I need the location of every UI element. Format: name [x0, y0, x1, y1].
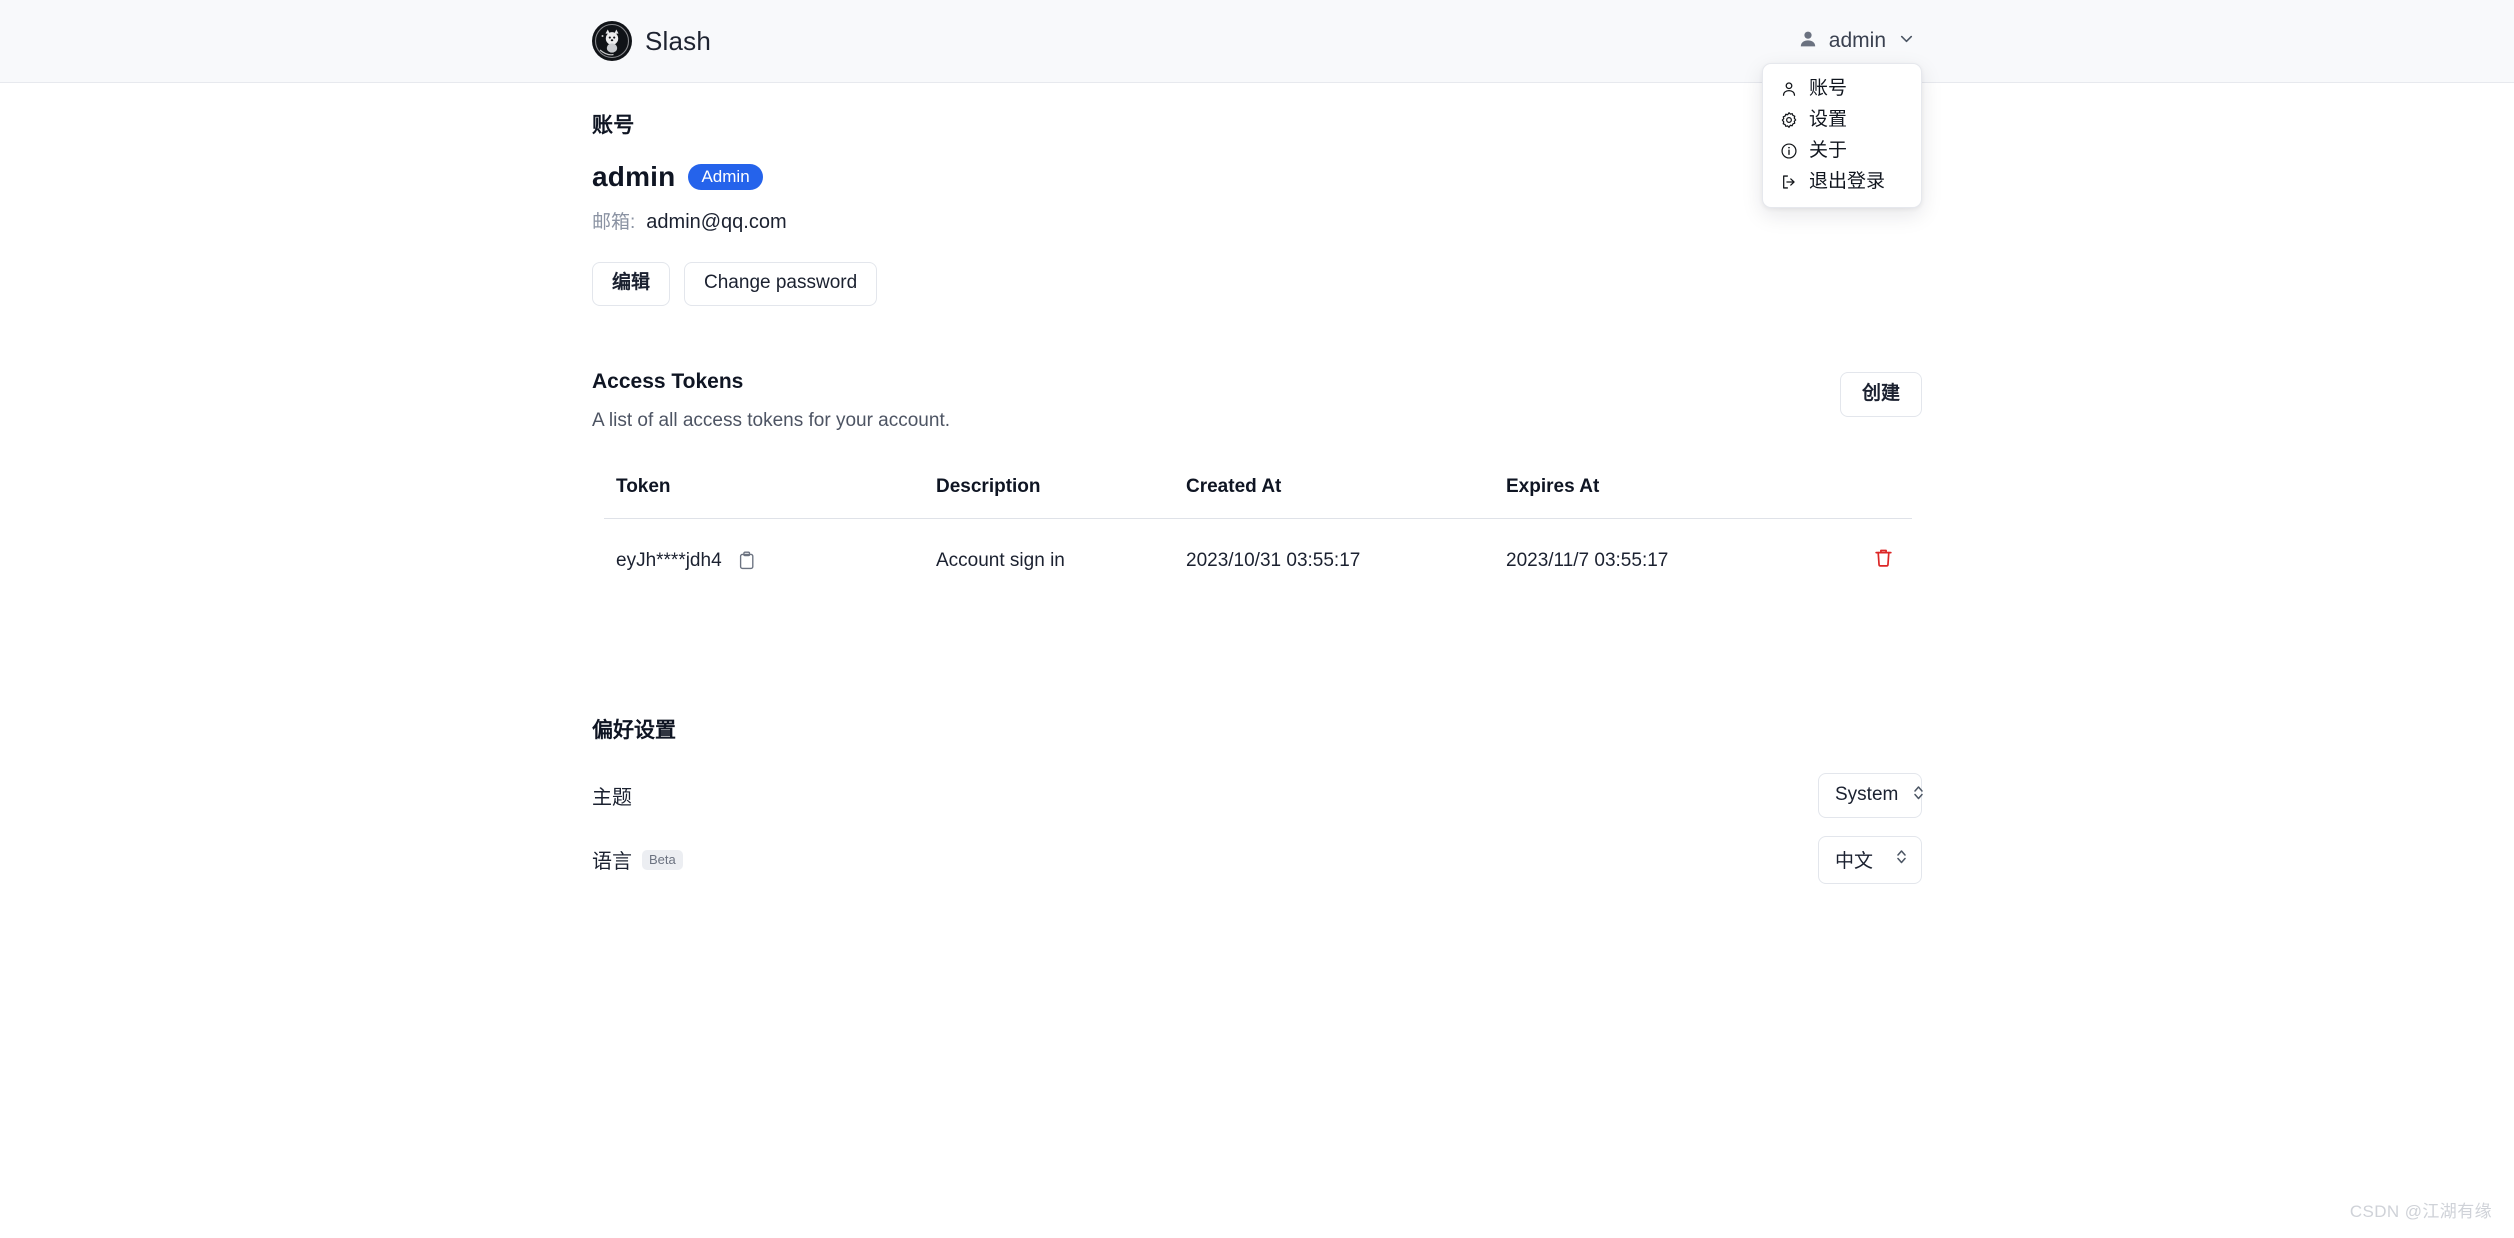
chevron-up-down-icon: [1912, 783, 1925, 807]
brand[interactable]: Slash: [592, 21, 711, 61]
theme-select[interactable]: System: [1818, 772, 1925, 818]
account-section: 账号 admin Admin 邮箱: admin@qq.com 编辑 Chang…: [592, 109, 1922, 306]
cell-description: Account sign in: [936, 549, 1065, 571]
dropdown-item-label: 退出登录: [1809, 171, 1886, 192]
content-container: 账号 admin Admin 邮箱: admin@qq.com 编辑 Chang…: [592, 109, 1925, 893]
watermark: CSDN @江湖有缘: [2349, 1202, 2492, 1221]
access-tokens-table: Token Description Created At Expires At …: [604, 475, 1912, 602]
language-label-group: 语言 Beta: [592, 845, 683, 874]
table-head: Token Description Created At Expires At: [604, 475, 1912, 519]
email-value: admin@qq.com: [646, 211, 787, 233]
account-button-row: 编辑 Change password: [592, 262, 1922, 306]
email-label: 邮箱:: [592, 212, 636, 233]
main-content: 账号 admin Admin 邮箱: admin@qq.com 编辑 Chang…: [0, 83, 2514, 893]
language-select-value: 中文: [1835, 850, 1874, 872]
table-body: eyJh****jdh4 Account sign in 2023/10/31 …: [604, 518, 1912, 602]
theme-label: 主题: [592, 786, 632, 809]
create-token-button[interactable]: 创建: [1839, 371, 1922, 417]
column-header-created-at: Created At: [1174, 475, 1494, 519]
person-icon: [1779, 79, 1798, 98]
access-tokens-section: Access Tokens A list of all access token…: [592, 370, 1922, 602]
token-cell-inner: eyJh****jdh4: [616, 550, 924, 572]
column-header-expires-at: Expires At: [1494, 475, 1814, 519]
access-tokens-subtitle: A list of all access tokens for your acc…: [592, 409, 951, 431]
cell-token: eyJh****jdh4: [604, 518, 924, 602]
logout-icon: [1779, 172, 1798, 191]
header-inner: Slash admin 账号 设置 关于 退出登录: [592, 0, 1922, 208]
status-badge: Admin: [688, 163, 763, 191]
preference-row-language: 语言 Beta 中文: [592, 827, 1922, 893]
preferences-title: 偏好设置: [592, 718, 676, 742]
edit-button[interactable]: 编辑: [592, 262, 671, 306]
column-header-description: Description: [924, 475, 1174, 519]
user-dropdown-menu: 账号 设置 关于 退出登录: [1762, 63, 1922, 208]
token-value: eyJh****jdh4: [616, 549, 722, 571]
gear-icon: [1779, 110, 1798, 129]
table-header-row: Token Description Created At Expires At: [604, 475, 1912, 519]
preferences-section: 偏好设置 主题 System 语言 Beta 中文: [592, 714, 1925, 893]
language-label: 语言: [592, 851, 632, 874]
trash-icon[interactable]: [1873, 547, 1894, 569]
corgi-circle-logo-icon: [592, 21, 632, 61]
access-tokens-header: Access Tokens A list of all access token…: [592, 370, 1922, 432]
beta-badge: Beta: [642, 849, 683, 870]
dropdown-item-about[interactable]: 关于: [1763, 135, 1921, 166]
dropdown-item-label: 关于: [1809, 140, 1848, 161]
user-menu-label: admin: [1828, 29, 1886, 52]
column-header-token: Token: [604, 475, 924, 519]
dropdown-item-settings[interactable]: 设置: [1763, 104, 1921, 135]
language-select[interactable]: 中文: [1818, 835, 1922, 884]
column-header-actions: [1814, 475, 1912, 519]
cell-created-at: 2023/10/31 03:55:17: [1186, 549, 1361, 571]
account-username: admin: [592, 161, 676, 192]
app-root: Slash admin 账号 设置 关于 退出登录 账号 admin Admin…: [0, 0, 2514, 1238]
account-email-line: 邮箱: admin@qq.com: [592, 207, 1922, 234]
account-user-line: admin Admin: [592, 161, 1922, 193]
dropdown-item-label: 账号: [1809, 78, 1848, 99]
user-menu-trigger[interactable]: admin: [1792, 24, 1922, 59]
account-section-title: 账号: [592, 114, 635, 137]
table-row: eyJh****jdh4 Account sign in 2023/10/31 …: [604, 518, 1912, 602]
theme-control: System: [1812, 772, 1925, 818]
chevron-down-icon: [1897, 29, 1916, 53]
clipboard-icon[interactable]: [738, 551, 756, 570]
access-tokens-title: Access Tokens: [592, 369, 744, 393]
person-filled-icon: [1798, 29, 1818, 54]
preference-row-theme: 主题 System: [592, 764, 1925, 827]
dropdown-item-label: 设置: [1809, 109, 1848, 130]
change-password-button[interactable]: Change password: [684, 262, 878, 306]
dropdown-item-logout[interactable]: 退出登录: [1763, 166, 1921, 197]
cell-actions: [1814, 518, 1912, 602]
dropdown-item-account[interactable]: 账号: [1763, 73, 1921, 104]
info-circle-icon: [1779, 141, 1798, 160]
chevron-up-down-icon: [1895, 847, 1908, 871]
language-control: 中文: [1812, 835, 1922, 884]
theme-select-value: System: [1835, 783, 1899, 805]
cell-expires-at: 2023/11/7 03:55:17: [1506, 549, 1669, 571]
app-header: Slash admin 账号 设置 关于 退出登录: [0, 0, 2514, 208]
access-tokens-heading-block: Access Tokens A list of all access token…: [592, 370, 950, 432]
brand-name: Slash: [645, 25, 712, 56]
